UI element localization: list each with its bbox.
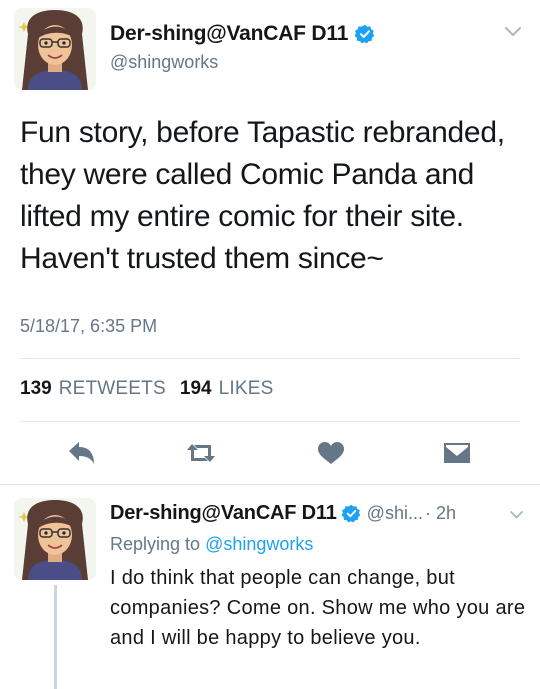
display-name[interactable]: Der-shing@VanCAF D11	[110, 502, 337, 525]
retweets-count[interactable]: 139	[20, 378, 52, 400]
retweets-label[interactable]: RETWEETS	[59, 378, 166, 400]
reply-author-row: Der-shing@VanCAF D11 @shi... · 2h	[110, 502, 456, 525]
timestamp: 5/18/17, 6:35 PM	[20, 316, 158, 336]
display-name[interactable]: Der-shing@VanCAF D11	[110, 22, 348, 46]
handle[interactable]: @shingworks	[110, 52, 218, 73]
chevron-down-icon[interactable]	[504, 26, 522, 38]
replying-to: Replying to @shingworks	[110, 534, 313, 555]
likes-label[interactable]: LIKES	[219, 378, 274, 400]
dm-icon[interactable]	[442, 440, 472, 466]
divider	[20, 421, 520, 422]
engagement-stats: 139 RETWEETS 194 LIKES	[20, 378, 280, 400]
tweet-text: Fun story, before Tapastic rebranded, th…	[20, 116, 505, 275]
chevron-down-icon[interactable]	[509, 510, 524, 520]
retweet-icon[interactable]	[186, 440, 216, 466]
replying-prefix: Replying to	[110, 534, 201, 554]
author-row: Der-shing@VanCAF D11	[110, 22, 375, 46]
likes-count[interactable]: 194	[180, 378, 212, 400]
action-bar	[0, 432, 540, 472]
reply-text: I do think that people can change, but c…	[110, 567, 526, 649]
avatar[interactable]	[14, 498, 96, 580]
thread-line	[54, 585, 57, 689]
reply-icon[interactable]	[66, 440, 96, 466]
avatar[interactable]	[14, 8, 96, 90]
divider	[20, 358, 520, 359]
mention-link[interactable]: @shingworks	[205, 534, 313, 554]
main-tweet: Der-shing@VanCAF D11 @shingworks Fun sto…	[0, 0, 540, 485]
relative-time[interactable]: · 2h	[425, 503, 456, 524]
reply-tweet[interactable]: Der-shing@VanCAF D11 @shi... · 2h Replyi…	[0, 485, 540, 689]
verified-badge-icon	[341, 504, 361, 523]
verified-badge-icon	[355, 24, 375, 44]
like-icon[interactable]	[316, 440, 346, 466]
handle[interactable]: @shi...	[367, 503, 423, 524]
